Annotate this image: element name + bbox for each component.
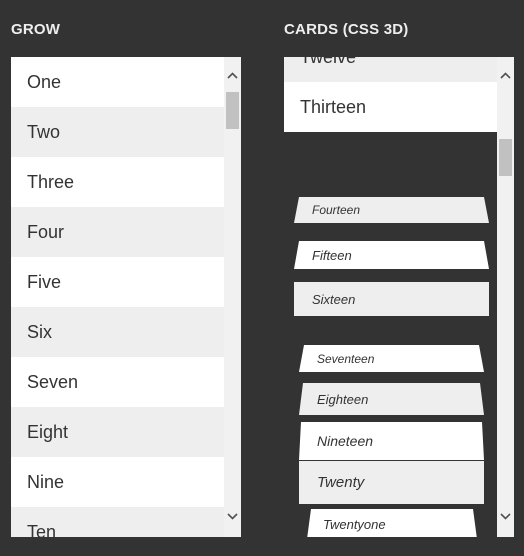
grow-list: One Two Three Four Five Six Seven Eight … — [11, 57, 224, 537]
grow-scrollbar[interactable] — [224, 57, 241, 537]
card-item[interactable]: Fourteen — [294, 197, 489, 223]
card-label: Twenty — [317, 474, 365, 491]
card-item[interactable]: Twentyone — [307, 509, 477, 537]
card-item[interactable]: Sixteen — [294, 282, 489, 316]
card-label: Sixteen — [312, 291, 356, 307]
card-item[interactable]: Fifteen — [294, 241, 489, 269]
list-item[interactable]: Five — [11, 257, 224, 307]
list-item[interactable]: Thirteen — [284, 82, 497, 132]
card-label: Fifteen — [312, 247, 352, 263]
card-item[interactable]: Nineteen — [299, 422, 484, 460]
grow-heading: GROW — [11, 21, 61, 38]
card-item[interactable]: Eighteen — [299, 383, 484, 415]
list-item[interactable]: Two — [11, 107, 224, 157]
card-label: Nineteen — [317, 433, 374, 449]
list-item[interactable]: Three — [11, 157, 224, 207]
list-item[interactable]: Eight — [11, 407, 224, 457]
list-item[interactable]: Ten — [11, 507, 224, 537]
list-item[interactable]: Nine — [11, 457, 224, 507]
list-item[interactable]: Four — [11, 207, 224, 257]
list-item[interactable]: Twelve — [284, 57, 497, 82]
card-item[interactable]: Seventeen — [299, 345, 484, 372]
chevron-up-icon[interactable] — [497, 67, 514, 84]
cards-scrollbar-thumb[interactable] — [499, 139, 512, 176]
cards-scrollbar[interactable] — [497, 57, 514, 537]
list-item[interactable]: One — [11, 57, 224, 107]
card-item[interactable]: Twenty — [299, 461, 484, 504]
grow-scrollbar-thumb[interactable] — [226, 92, 239, 129]
chevron-down-icon[interactable] — [497, 508, 514, 525]
list-item[interactable]: Six — [11, 307, 224, 357]
card-label: Twentyone — [323, 516, 386, 532]
grow-list-panel[interactable]: One Two Three Four Five Six Seven Eight … — [11, 57, 241, 537]
card-label: Fourteen — [312, 203, 361, 217]
card-label: Eighteen — [317, 391, 369, 407]
card-label: Seventeen — [317, 351, 375, 366]
chevron-up-icon[interactable] — [224, 67, 241, 84]
chevron-down-icon[interactable] — [224, 508, 241, 525]
cards-list-panel[interactable]: Twelve Thirteen Fourteen Fifteen Sixteen Se… — [284, 57, 514, 537]
list-item[interactable]: Seven — [11, 357, 224, 407]
cards-heading: CARDS (CSS 3D) — [284, 21, 409, 38]
